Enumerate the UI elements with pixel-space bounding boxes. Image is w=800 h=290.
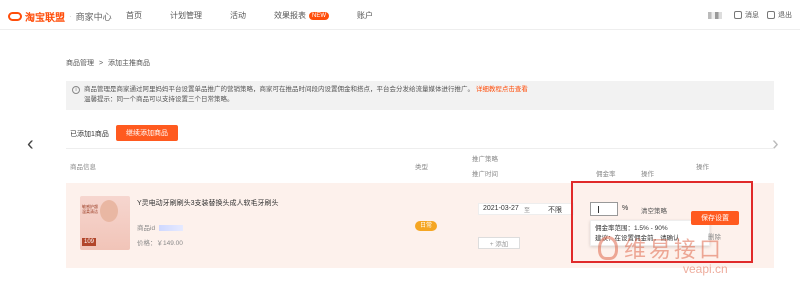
info-icon: i — [72, 86, 80, 94]
header-time: 推广时间 — [472, 171, 498, 178]
header-product: 商品信息 — [70, 164, 96, 171]
product-id-label: 商品id — [137, 225, 156, 232]
tutorial-link[interactable]: 详细教程点击查看 — [476, 86, 528, 93]
message-icon[interactable] — [734, 11, 742, 19]
nav-item-reports[interactable]: 效果报表 NEW — [274, 10, 329, 21]
logout-icon[interactable] — [767, 11, 775, 19]
header-strategy: 推广策略 — [472, 156, 498, 163]
thumb-price: 109 — [82, 238, 97, 246]
user-area: 消息 退出 — [708, 10, 792, 20]
continue-add-button[interactable]: 继续添加商品 — [116, 125, 178, 141]
top-nav-bar: 淘宝联盟 · 商家中心 首页 计划管理 活动 效果报表 NEW 账户 消息 退出 — [0, 0, 800, 30]
breadcrumb: 商品管理 > 添加主推商品 — [66, 58, 153, 68]
nav-item-home[interactable]: 首页 — [126, 10, 142, 21]
prev-arrow-icon[interactable]: ‹ — [27, 133, 34, 156]
header-rate: 佣金率 — [596, 171, 616, 178]
end-date-input[interactable]: 不限 — [548, 205, 562, 215]
type-tag: 日常 — [415, 221, 437, 231]
brand-name: 淘宝联盟 — [25, 13, 65, 24]
brand-subtitle: 商家中心 — [75, 12, 112, 22]
notice-text: 商品管理是商家通过阿里妈妈平台设置单品推广的营销策略，商家可在推品时间段内设置佣… — [84, 86, 474, 93]
breadcrumb-separator: > — [98, 60, 104, 67]
header-op: 操作 — [696, 164, 709, 171]
header-strategy-op: 操作 — [641, 171, 654, 178]
nav-item-reports-label: 效果报表 — [274, 11, 306, 20]
breadcrumb-current: 添加主推商品 — [108, 60, 150, 67]
brand-logo[interactable]: 淘宝联盟 · 商家中心 — [8, 9, 112, 24]
product-thumbnail[interactable]: 敏感护龈 温柔清洁 109 — [80, 196, 130, 250]
add-strategy-button[interactable]: + 添加 — [478, 237, 520, 249]
watermark-url: veapi.cn — [683, 262, 728, 276]
thumb-slogan: 敏感护龈 温柔清洁 — [82, 204, 98, 214]
breadcrumb-product-management[interactable]: 商品管理 — [66, 60, 94, 67]
watermark-logo-icon — [598, 236, 618, 260]
user-name-redacted[interactable] — [708, 11, 722, 19]
product-id-redacted — [159, 225, 184, 232]
logout-link[interactable]: 退出 — [778, 10, 792, 20]
nav-item-account[interactable]: 账户 — [357, 10, 373, 21]
product-price: 价格：￥149.00 — [137, 240, 183, 247]
watermark-text: 维易接口 — [624, 237, 725, 262]
main-nav: 首页 计划管理 活动 效果报表 NEW 账户 — [126, 10, 401, 21]
nav-item-plans[interactable]: 计划管理 — [170, 10, 202, 21]
product-title[interactable]: Y灵电动牙刷刷头3支装替换头成人软毛牙刷头 — [137, 199, 287, 209]
next-arrow-icon[interactable]: › — [772, 133, 779, 156]
product-id: 商品id — [137, 222, 184, 232]
date-separator: 至 — [524, 208, 531, 214]
added-count-text: 已添加1商品 — [70, 131, 109, 138]
message-link[interactable]: 消息 — [745, 10, 759, 20]
nav-item-activities[interactable]: 活动 — [230, 10, 246, 21]
new-badge: NEW — [309, 11, 329, 20]
info-notice: i 商品管理是商家通过阿里妈妈平台设置单品推广的营销策略，商家可在推品时间段内设… — [66, 81, 774, 110]
divider — [66, 148, 774, 149]
header-type: 类型 — [415, 164, 428, 171]
alimama-logo-icon — [8, 12, 22, 21]
watermark: 维易接口 — [598, 232, 724, 264]
notice-tip: 温馨提示：同一个商品可以支持设置三个日常策略。 — [84, 96, 234, 103]
